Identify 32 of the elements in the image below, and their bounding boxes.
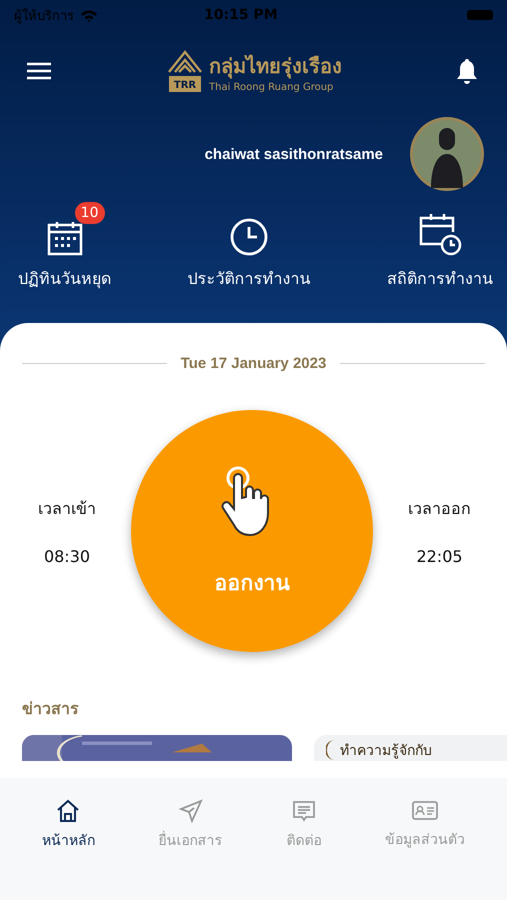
news-heading: ข่าวสาร [21,698,80,720]
shortcut-label[interactable]: ประวัติการทำงาน [188,266,310,291]
tab[interactable]: หน้าหลัก [42,799,95,851]
logo-mark-text: TRR [174,80,196,91]
news-card[interactable]: ทำความรู้จักกับ [314,735,507,761]
clock-out-label: เวลาออก [408,498,471,520]
paper-plane-icon [178,799,203,823]
clock-in-time: 08:30 [44,547,90,566]
clock-out-time: 22:05 [416,547,463,566]
crescent-icon [326,739,336,761]
wifi-icon [80,8,98,22]
home-icon [56,799,80,823]
battery-icon [467,10,493,20]
status-time: 10:15 PM [204,7,278,23]
user-name: chaiwat sasithonratsame [204,146,383,162]
logo-english-name: Thai Roong Ruang Group [209,82,334,92]
notification-badge: 10 [74,202,104,224]
logo-thai-name: กลุ่มไทยรุ่งเรือง [209,52,342,81]
menu-icon[interactable] [26,61,52,81]
carrier-name: ผู้ให้บริการ [14,8,74,26]
news-caption: ทำความรู้จักกับ [340,742,432,761]
calendar-clock-icon[interactable] [418,212,462,256]
clock-in-label: เวลาเข้า [38,498,96,520]
calendar-icon[interactable] [46,220,82,256]
date-label: Tue 17 January 2023 [180,355,326,372]
shortcut-label[interactable]: ปฏิทินวันหยุด [18,266,111,291]
id-card-icon [412,800,438,822]
avatar[interactable] [409,116,485,192]
message-icon [292,799,316,823]
bell-icon[interactable] [455,58,479,84]
shortcut-label[interactable]: สถิติการทำงาน [387,266,493,291]
clock-icon[interactable] [230,218,268,256]
